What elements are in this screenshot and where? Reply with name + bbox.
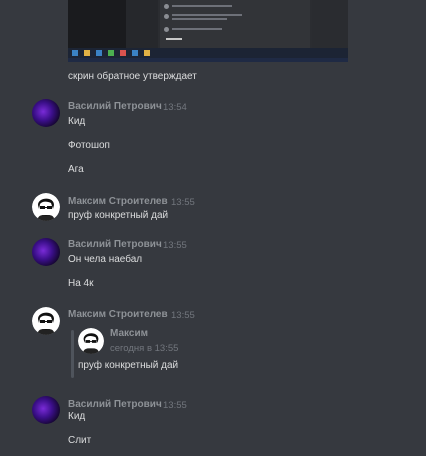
message-text: На 4к bbox=[68, 278, 94, 289]
message-text: Ага bbox=[68, 164, 84, 175]
avatar[interactable] bbox=[32, 307, 60, 335]
avatar-face-icon bbox=[32, 307, 60, 335]
message-text: Фотошоп bbox=[68, 140, 110, 151]
screenshot-members-column bbox=[312, 0, 348, 48]
attached-screenshot-image[interactable] bbox=[68, 0, 348, 62]
message-author[interactable]: Василий Петрович bbox=[68, 239, 162, 251]
screenshot-server-column bbox=[68, 0, 126, 48]
quote-bar bbox=[71, 330, 74, 378]
message-timestamp: 13:55 bbox=[163, 240, 187, 251]
message-author[interactable]: Василий Петрович bbox=[68, 399, 162, 411]
quote-timestamp: сегодня в 13:55 bbox=[110, 343, 179, 354]
message-text: пруф конкретный дай bbox=[68, 210, 169, 221]
avatar[interactable] bbox=[32, 396, 60, 424]
message-text: Слит bbox=[68, 435, 92, 446]
message-timestamp: 13:54 bbox=[163, 102, 187, 113]
message-timestamp: 13:55 bbox=[171, 310, 195, 321]
message-text: Кид bbox=[68, 116, 86, 127]
avatar[interactable] bbox=[32, 193, 60, 221]
message-author[interactable]: Максим Строителев bbox=[68, 309, 168, 321]
message-text: Он чела наебал bbox=[68, 254, 143, 265]
avatar-face-icon bbox=[78, 328, 104, 354]
message-author[interactable]: Максим Строителев bbox=[68, 196, 168, 208]
message-timestamp: 13:55 bbox=[171, 197, 195, 208]
avatar[interactable] bbox=[32, 238, 60, 266]
message-text: скрин обратное утверждает bbox=[68, 71, 197, 82]
message-text: Кид bbox=[68, 411, 86, 422]
avatar[interactable] bbox=[32, 99, 60, 127]
quote-avatar[interactable] bbox=[78, 328, 104, 354]
avatar-face-icon bbox=[32, 193, 60, 221]
screenshot-chat-area bbox=[160, 0, 310, 48]
quote-text: пруф конкретный дай bbox=[78, 360, 179, 371]
screenshot-channel-column bbox=[126, 0, 158, 48]
message-author[interactable]: Василий Петрович bbox=[68, 101, 162, 113]
quote-author[interactable]: Максим bbox=[110, 328, 148, 340]
message-timestamp: 13:55 bbox=[163, 400, 187, 411]
